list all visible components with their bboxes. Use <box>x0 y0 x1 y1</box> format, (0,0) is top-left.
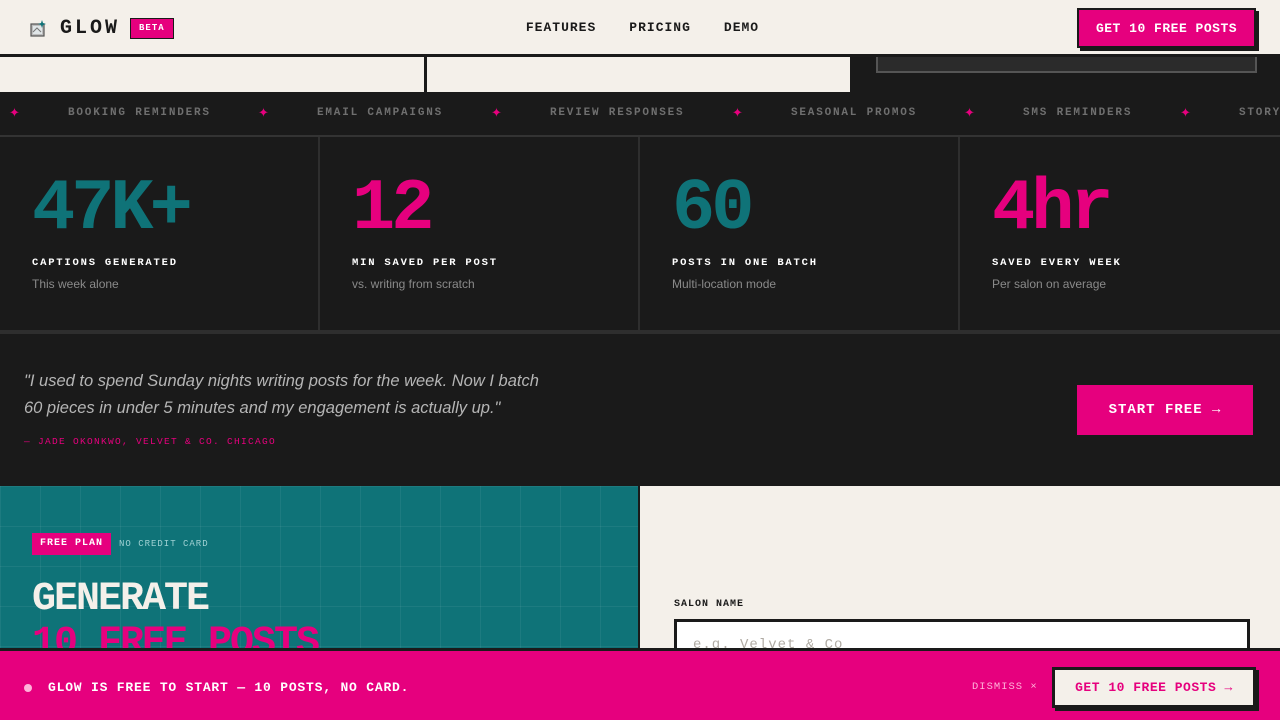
marquee-item: SEASONAL PROMOS <box>791 107 918 119</box>
salon-name-label: SALON NAME <box>674 599 745 610</box>
testimonial-attribution: — JADE OKONKWO, VELVET & CO. CHICAGO <box>24 436 277 447</box>
marquee-item: STORY <box>1239 107 1280 119</box>
stats-section: 47K+ CAPTIONS GENERATED This week alone … <box>0 137 1280 334</box>
stat-label: MIN SAVED PER POST <box>352 257 498 269</box>
sparkle-icon: ✦ <box>732 105 743 120</box>
stat-label: CAPTIONS GENERATED <box>32 257 178 269</box>
dismiss-button[interactable]: DISMISS × <box>972 681 1038 693</box>
nav-demo[interactable]: DEMO <box>724 20 759 35</box>
marquee-item: SMS REMINDERS <box>1023 107 1133 119</box>
stat-value: 60 <box>672 168 754 250</box>
promo-bar-text: GLOW IS FREE TO START — 10 POSTS, NO CAR… <box>48 680 410 695</box>
stat-card: 4hr SAVED EVERY WEEK Per salon on averag… <box>960 137 1280 330</box>
free-plan-badge: FREE PLAN <box>32 533 112 555</box>
start-free-button[interactable]: START FREE → <box>1077 385 1253 435</box>
sparkle-icon: ✦ <box>258 105 269 120</box>
header-cta-button[interactable]: GET 10 FREE POSTS <box>1077 8 1256 48</box>
no-credit-card-note: NO CREDIT CARD <box>119 539 209 549</box>
site-header: GLOW BETA FEATURES PRICING DEMO GET 10 F… <box>0 0 1280 57</box>
marquee-item: REVIEW RESPONSES <box>550 107 685 119</box>
hero-divider <box>424 57 427 92</box>
marquee-item: EMAIL CAMPAIGNS <box>317 107 444 119</box>
marquee-item: BOOKING REMINDERS <box>68 107 211 119</box>
feature-marquee: ✦ BOOKING REMINDERS ✦ EMAIL CAMPAIGNS ✦ … <box>0 92 1280 137</box>
nav-pricing[interactable]: PRICING <box>629 20 691 35</box>
promo-bar-cta-button[interactable]: GET 10 FREE POSTS → <box>1052 667 1256 708</box>
sparkle-icon: ✦ <box>1180 105 1191 120</box>
testimonial-section: "I used to spend Sunday nights writing p… <box>0 334 1280 486</box>
status-dot-icon <box>24 684 32 692</box>
stat-caption: Multi-location mode <box>672 277 777 291</box>
sparkle-icon: ✦ <box>491 105 502 120</box>
signup-headline-line1: GENERATE <box>32 577 210 622</box>
stat-card: 12 MIN SAVED PER POST vs. writing from s… <box>320 137 640 330</box>
sticky-promo-bar: GLOW IS FREE TO START — 10 POSTS, NO CAR… <box>0 648 1280 720</box>
stat-card: 47K+ CAPTIONS GENERATED This week alone <box>0 137 320 330</box>
hero-preview-card <box>876 57 1257 73</box>
stat-value: 4hr <box>992 168 1114 250</box>
stat-label: SAVED EVERY WEEK <box>992 257 1122 269</box>
stat-caption: vs. writing from scratch <box>352 277 475 291</box>
sparkle-icon: ✦ <box>964 105 975 120</box>
nav-features[interactable]: FEATURES <box>526 20 596 35</box>
sparkle-icon: ✦ <box>9 105 20 120</box>
stat-card: 60 POSTS IN ONE BATCH Multi-location mod… <box>640 137 960 330</box>
stat-caption: Per salon on average <box>992 277 1107 291</box>
testimonial-quote: "I used to spend Sunday nights writing p… <box>24 372 539 417</box>
stat-label: POSTS IN ONE BATCH <box>672 257 818 269</box>
stat-value: 47K+ <box>32 168 193 250</box>
stat-value: 12 <box>352 168 434 250</box>
stat-caption: This week alone <box>32 277 119 291</box>
